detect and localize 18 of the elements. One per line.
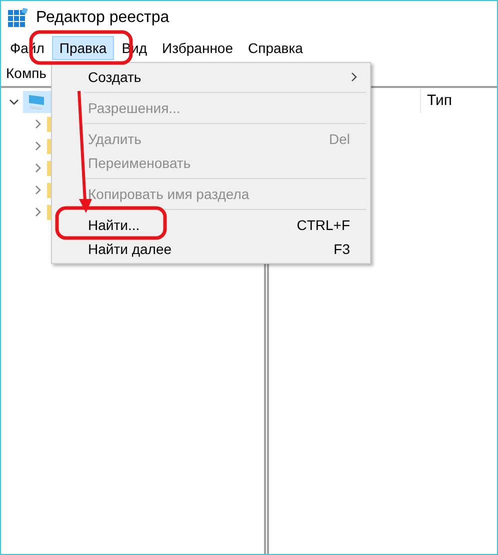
chevron-right-icon[interactable] [33, 163, 43, 173]
chevron-right-icon[interactable] [33, 185, 43, 195]
chevron-down-icon[interactable] [9, 97, 19, 107]
menu-option[interactable]: Найти далее F3 [52, 237, 370, 261]
address-field[interactable]: Компь [6, 63, 46, 84]
menu-option[interactable]: Создать [52, 65, 370, 89]
registry-icon [8, 8, 28, 28]
window-title: Редактор реестра [36, 8, 170, 28]
menu-item[interactable]: Справка [241, 36, 310, 60]
menu-item[interactable]: Правка [52, 36, 114, 60]
chevron-right-icon[interactable] [33, 141, 43, 151]
chevron-right-icon[interactable] [33, 119, 43, 129]
chevron-right-icon[interactable] [33, 207, 43, 217]
computer-icon [27, 93, 47, 111]
column-header[interactable]: Тип [421, 90, 458, 112]
menu-item[interactable]: Избранное [155, 36, 240, 60]
tree-node[interactable] [23, 91, 51, 113]
menu-option[interactable]: Найти... CTRL+F [52, 213, 370, 237]
